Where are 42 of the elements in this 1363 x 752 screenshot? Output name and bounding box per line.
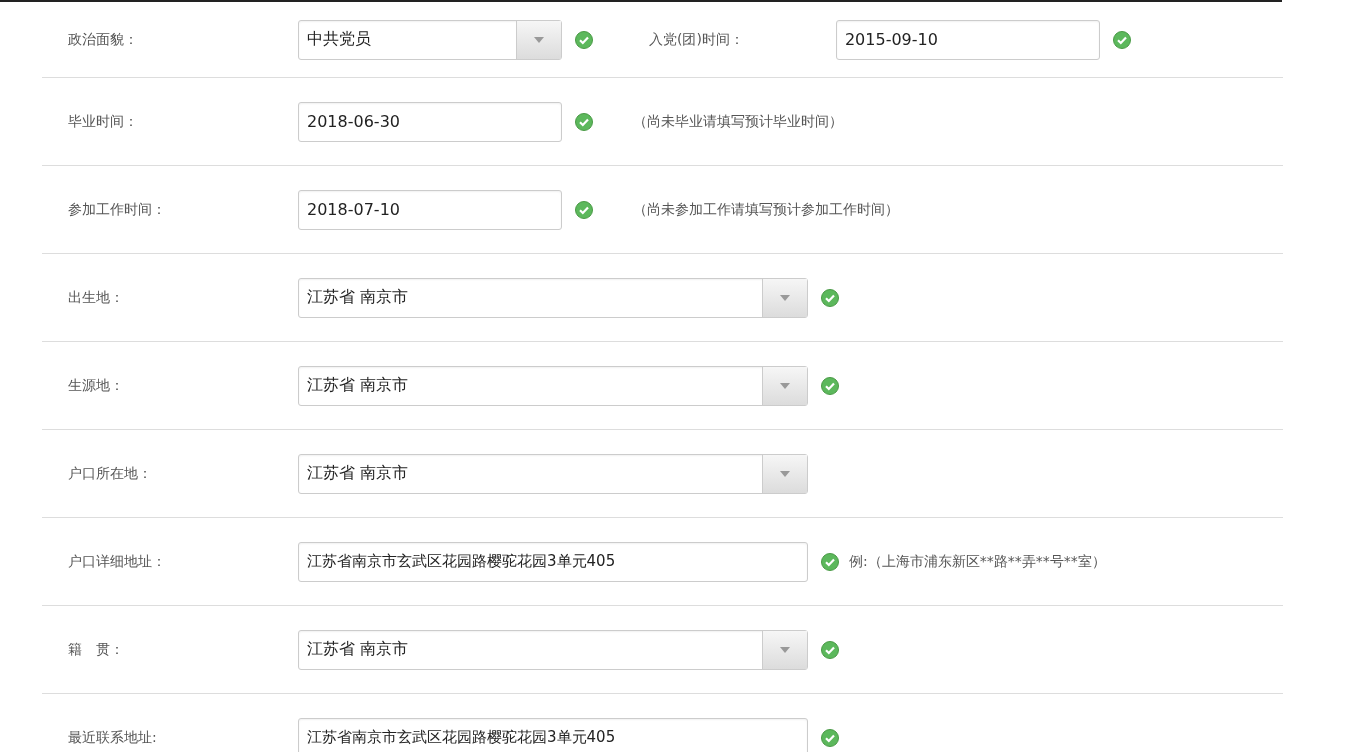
field-label: 户口详细地址： xyxy=(67,552,167,571)
hint-text: （尚未毕业请填写预计毕业时间） xyxy=(633,112,843,131)
field-label: 毕业时间： xyxy=(67,112,139,131)
check-icon xyxy=(821,640,839,659)
field-label: 籍 贯： xyxy=(67,640,125,659)
dropdown-button[interactable] xyxy=(762,278,807,317)
select-field[interactable]: 中共党员 xyxy=(298,19,562,60)
field-label: 参加工作时间： xyxy=(67,200,167,219)
check-icon xyxy=(821,376,839,395)
caret-icon xyxy=(780,646,790,653)
field-label: 最近联系地址: xyxy=(67,728,158,747)
hint-text: （尚未参加工作请填写预计参加工作时间） xyxy=(633,200,899,219)
check-icon xyxy=(1112,30,1131,49)
select-field[interactable]: 江苏省 南京市 xyxy=(298,629,808,670)
field-label: 入党(团)时间： xyxy=(648,30,744,49)
select-field[interactable]: 江苏省 南京市 xyxy=(298,365,808,406)
field-label: 生源地： xyxy=(67,376,125,395)
check-icon xyxy=(821,552,839,571)
field-label: 户口所在地： xyxy=(67,464,153,483)
input-field[interactable]: 江苏省南京市玄武区花园路樱驼花园3单元405 xyxy=(298,541,808,582)
input-field[interactable]: 2015-09-10 xyxy=(835,19,1100,60)
check-icon xyxy=(575,112,593,131)
check-icon xyxy=(821,288,839,307)
check-icon xyxy=(575,30,593,49)
input-field[interactable]: 江苏省南京市玄武区花园路樱驼花园3单元405 xyxy=(298,717,808,752)
caret-icon xyxy=(780,294,790,301)
hint-text: 例:（上海市浦东新区**路**弄**号**室） xyxy=(849,552,1106,571)
check-icon xyxy=(821,728,839,747)
dropdown-button[interactable] xyxy=(762,366,807,405)
select-field[interactable]: 江苏省 南京市 xyxy=(298,453,808,494)
dropdown-button[interactable] xyxy=(516,20,561,59)
caret-icon xyxy=(780,470,790,477)
check-icon xyxy=(575,200,593,219)
field-label: 出生地： xyxy=(67,288,125,307)
select-field[interactable]: 江苏省 南京市 xyxy=(298,277,808,318)
caret-icon xyxy=(534,36,544,43)
field-label: 政治面貌： xyxy=(67,30,139,49)
caret-icon xyxy=(780,382,790,389)
dropdown-button[interactable] xyxy=(762,454,807,493)
dropdown-button[interactable] xyxy=(762,630,807,669)
input-field[interactable]: 2018-07-10 xyxy=(298,189,562,230)
input-field[interactable]: 2018-06-30 xyxy=(298,101,562,142)
